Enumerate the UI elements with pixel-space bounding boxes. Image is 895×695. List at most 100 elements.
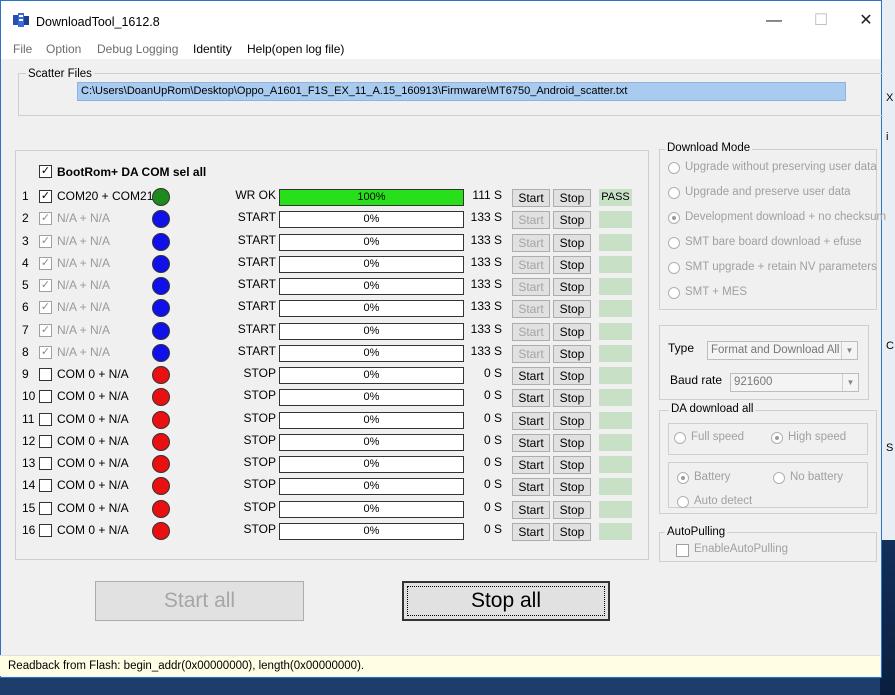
- select-all-checkbox[interactable]: ✓: [39, 165, 52, 178]
- port-checkbox[interactable]: [39, 412, 52, 426]
- row-number: 16: [22, 522, 36, 537]
- port-checkbox[interactable]: [39, 457, 52, 470]
- port-checkbox[interactable]: ✓: [39, 279, 52, 292]
- row-stop-button[interactable]: Stop: [553, 478, 591, 497]
- row-start-button[interactable]: Start: [512, 344, 550, 363]
- row-start-button[interactable]: Start: [512, 278, 550, 296]
- row-stop-button[interactable]: Stop: [553, 300, 591, 319]
- scatter-path-field[interactable]: C:\Users\DoanUpRom\Desktop\Oppo_A1601_F1…: [77, 82, 846, 101]
- progress-bar: 0%: [279, 522, 464, 540]
- row-state: STOP: [243, 521, 276, 536]
- row-stop-button[interactable]: Stop: [553, 233, 591, 252]
- row-state: START: [237, 343, 276, 358]
- row-stop-button[interactable]: Stop: [553, 389, 591, 408]
- progress-percent: 0%: [363, 257, 380, 270]
- port-checkbox[interactable]: ✓: [39, 301, 52, 315]
- download-mode-radio[interactable]: [668, 262, 680, 274]
- row-start-button[interactable]: Start: [512, 255, 550, 274]
- baud-rate-value: 921600: [734, 376, 773, 388]
- row-number: 10: [22, 389, 36, 404]
- menu-bar: File Option Debug Logging Identity Help(…: [1, 39, 881, 59]
- enable-autopulling-checkbox[interactable]: [676, 544, 689, 557]
- row-state: STOP: [243, 410, 276, 425]
- port-checkbox[interactable]: [39, 434, 52, 448]
- menu-identity[interactable]: Identity: [193, 42, 232, 56]
- row-start-button[interactable]: Start: [512, 478, 550, 497]
- battery-radio[interactable]: [677, 472, 689, 484]
- port-checkbox[interactable]: ✓: [39, 212, 52, 226]
- start-all-button[interactable]: Start all: [95, 581, 304, 621]
- menu-option[interactable]: Option: [46, 42, 81, 56]
- close-icon[interactable]: ✕: [854, 9, 878, 33]
- row-number: 5: [22, 278, 29, 292]
- row-stop-button[interactable]: Stop: [553, 344, 591, 363]
- row-stop-button[interactable]: Stop: [553, 433, 591, 452]
- row-state: START: [237, 210, 276, 225]
- menu-help[interactable]: Help(open log file): [247, 42, 344, 56]
- baud-rate-dropdown[interactable]: 921600 ▼: [730, 373, 859, 392]
- status-led-icon: [152, 188, 170, 206]
- row-start-button[interactable]: Start: [512, 322, 550, 341]
- row-stop-button[interactable]: Stop: [553, 367, 591, 385]
- row-start-button[interactable]: Start: [512, 367, 550, 385]
- auto-detect-radio[interactable]: [677, 496, 689, 508]
- port-checkbox[interactable]: [39, 523, 52, 537]
- download-mode-radio[interactable]: [668, 187, 680, 199]
- port-label: COM 0 + N/A: [57, 478, 129, 493]
- row-time: 133 S: [470, 321, 502, 336]
- maximize-icon[interactable]: ☐: [809, 9, 833, 33]
- no-battery-radio[interactable]: [773, 472, 785, 484]
- row-stop-button[interactable]: Stop: [553, 189, 591, 207]
- row-start-button[interactable]: Start: [512, 433, 550, 452]
- row-start-button[interactable]: Start: [512, 211, 550, 230]
- desktop-text-fragment: C: [886, 340, 894, 352]
- menu-file[interactable]: File: [13, 42, 32, 56]
- row-stop-button[interactable]: Stop: [553, 456, 591, 474]
- menu-debug-logging[interactable]: Debug Logging: [97, 42, 178, 56]
- row-stop-button[interactable]: Stop: [553, 500, 591, 519]
- download-mode-option-label: Upgrade without preserving user data: [685, 161, 877, 173]
- row-stop-button[interactable]: Stop: [553, 211, 591, 230]
- row-start-button[interactable]: Start: [512, 456, 550, 474]
- row-start-button[interactable]: Start: [512, 522, 550, 541]
- port-checkbox[interactable]: [39, 479, 52, 493]
- download-mode-radio[interactable]: [668, 212, 680, 224]
- row-number: 3: [22, 233, 29, 248]
- type-dropdown[interactable]: Format and Download All ▼: [707, 341, 858, 360]
- row-stop-button[interactable]: Stop: [553, 255, 591, 274]
- port-row: 3 ✓ N/A + N/A START 0% 133 S Start Stop: [0, 232, 640, 255]
- row-time: 111 S: [472, 188, 502, 202]
- row-start-button[interactable]: Start: [512, 189, 550, 207]
- row-start-button[interactable]: Start: [512, 411, 550, 430]
- row-start-button[interactable]: Start: [512, 233, 550, 252]
- progress-percent: 0%: [363, 413, 380, 426]
- port-checkbox[interactable]: ✓: [39, 256, 52, 270]
- port-checkbox[interactable]: [39, 501, 52, 515]
- port-checkbox[interactable]: ✓: [39, 190, 52, 203]
- row-stop-button[interactable]: Stop: [553, 411, 591, 430]
- port-checkbox[interactable]: ✓: [39, 234, 52, 248]
- row-start-button[interactable]: Start: [512, 500, 550, 519]
- download-mode-radio[interactable]: [668, 287, 680, 299]
- row-stop-button[interactable]: Stop: [553, 522, 591, 541]
- port-checkbox[interactable]: ✓: [39, 323, 52, 337]
- port-label: N/A + N/A: [57, 233, 111, 248]
- stop-all-button[interactable]: Stop all: [402, 581, 610, 621]
- port-checkbox[interactable]: [39, 368, 52, 381]
- minimize-icon[interactable]: —: [762, 9, 786, 33]
- full-speed-radio[interactable]: [674, 432, 686, 444]
- row-stop-button[interactable]: Stop: [553, 278, 591, 296]
- port-checkbox[interactable]: ✓: [39, 345, 52, 359]
- port-label: N/A + N/A: [57, 300, 111, 315]
- row-start-button[interactable]: Start: [512, 389, 550, 408]
- row-stop-button[interactable]: Stop: [553, 322, 591, 341]
- progress-bar: 0%: [279, 456, 464, 473]
- download-mode-radio[interactable]: [668, 237, 680, 249]
- download-mode-radio[interactable]: [668, 162, 680, 174]
- title-bar[interactable]: DownloadTool_1612.8 — ☐ ✕: [1, 1, 881, 39]
- row-start-button[interactable]: Start: [512, 300, 550, 319]
- row-number: 4: [22, 255, 29, 270]
- row-time: 133 S: [470, 299, 502, 314]
- high-speed-radio[interactable]: [771, 432, 783, 444]
- port-checkbox[interactable]: [39, 390, 52, 404]
